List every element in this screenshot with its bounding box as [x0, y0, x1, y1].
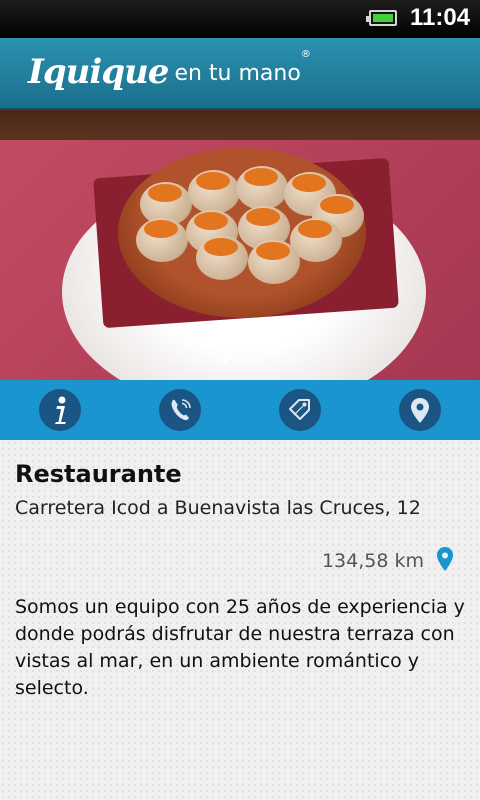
- logo-script-text: Iquique: [28, 52, 169, 92]
- gallery-dot: [236, 356, 244, 364]
- gallery-dot: [222, 356, 230, 364]
- battery-icon: [366, 10, 397, 26]
- info-icon: [55, 396, 66, 424]
- tag-icon: [289, 399, 310, 420]
- call-button[interactable]: [159, 389, 201, 431]
- location-pin-icon[interactable]: [435, 546, 455, 572]
- phone-icon: [171, 399, 191, 421]
- place-title: Restaurante: [15, 460, 182, 488]
- app-header: Iquique en tu mano®: [0, 38, 480, 110]
- app-logo: Iquique en tu mano®: [28, 49, 311, 92]
- place-details: Restaurante Carretera Icod a Buenavista …: [0, 440, 480, 800]
- info-button[interactable]: [39, 389, 81, 431]
- photo-gallery[interactable]: [0, 110, 480, 380]
- status-bar: 11:04: [0, 0, 480, 38]
- map-button[interactable]: [399, 389, 441, 431]
- place-distance: 134,58 km: [321, 550, 424, 572]
- gallery-dot: [250, 356, 258, 364]
- action-bar: [0, 380, 480, 440]
- place-description: Somos un equipo con 25 años de experienc…: [15, 596, 465, 699]
- logo-rest-text: en tu mano®: [174, 49, 311, 86]
- status-time: 11:04: [410, 4, 471, 31]
- map-pin-icon: [411, 398, 429, 423]
- gallery-page-indicator: [0, 356, 480, 364]
- place-address: Carretera Icod a Buenavista las Cruces, …: [15, 497, 421, 519]
- offers-button[interactable]: [279, 389, 321, 431]
